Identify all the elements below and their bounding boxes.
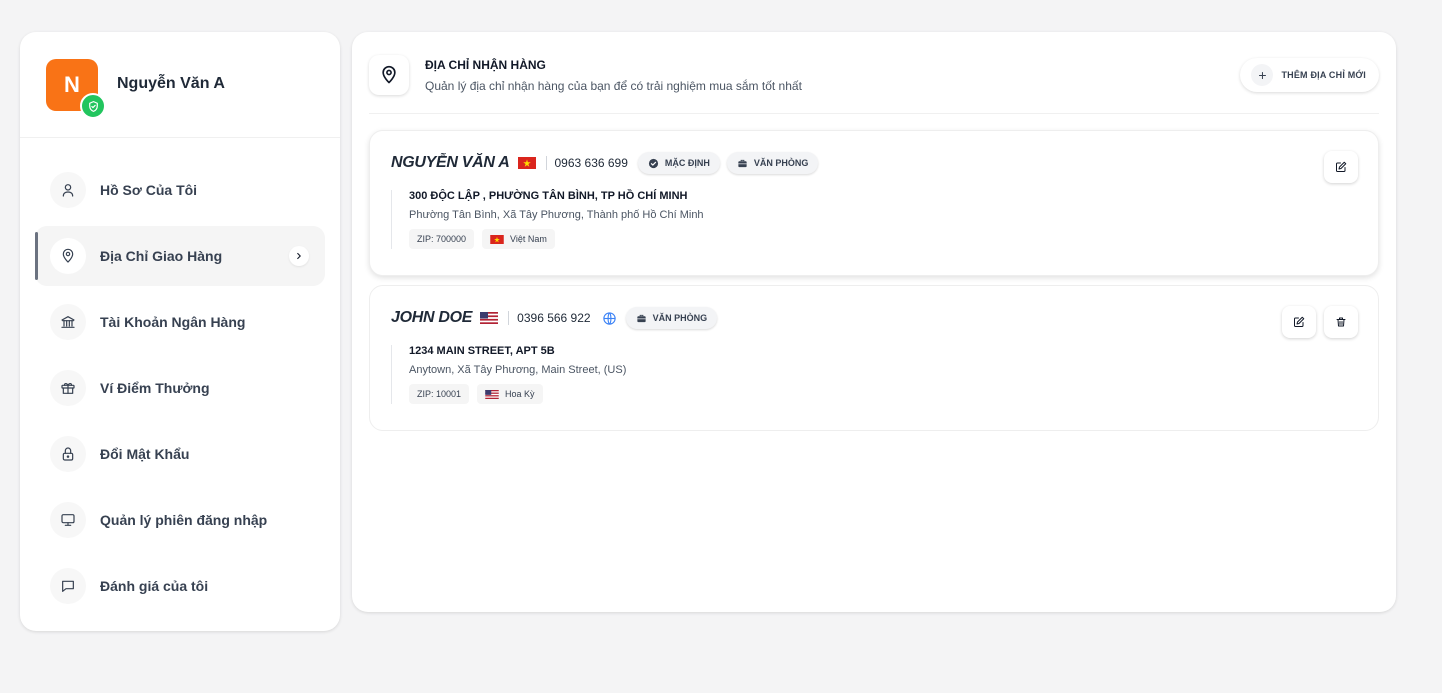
map-pin-icon (50, 238, 86, 274)
bank-icon (50, 304, 86, 340)
check-circle-icon (648, 158, 658, 168)
chevron-right-icon (289, 246, 309, 266)
add-address-button[interactable]: + THÊM ĐỊA CHỈ MỚI (1240, 58, 1379, 92)
sidebar-item-label: Đổi Mật Khẩu (100, 446, 190, 462)
gift-icon (50, 370, 86, 406)
sidebar-item-label: Đánh giá của tôi (100, 578, 209, 594)
office-badge-label: VĂN PHÒNG (652, 313, 708, 323)
sidebar-item-label: Địa Chỉ Giao Hàng (100, 248, 223, 264)
office-badge: VĂN PHÒNG (726, 152, 819, 174)
default-badge-label: MẶC ĐỊNH (664, 158, 710, 168)
sidebar-item-reward-wallet[interactable]: Ví Điểm Thưởng (35, 358, 325, 418)
recipient-name: JOHN DOE (391, 309, 473, 326)
us-flag-icon (485, 389, 499, 399)
briefcase-icon (636, 314, 646, 322)
recipient-name: NGUYỄN VĂN A (391, 154, 510, 171)
zip-chip: ZIP: 700000 (409, 229, 475, 249)
office-badge-label: VĂN PHÒNG (753, 158, 809, 168)
sidebar-item-profile[interactable]: Hồ Sơ Của Tôi (35, 160, 325, 220)
default-badge: MẶC ĐỊNH (637, 152, 720, 174)
sidebar-item-label: Quản lý phiên đăng nhập (100, 512, 268, 528)
user-icon (50, 172, 86, 208)
map-pin-icon (369, 55, 409, 95)
address-line-2: Phường Tân Bình, Xã Tây Phương, Thành ph… (409, 209, 704, 221)
address-line-2: Anytown, Xã Tây Phương, Main Street, (US… (409, 364, 627, 376)
office-badge: VĂN PHÒNG (625, 307, 718, 329)
message-icon (50, 568, 86, 604)
sidebar-item-reviews[interactable]: Đánh giá của tôi (35, 556, 325, 616)
country-chip: Hoa Kỳ (477, 384, 543, 404)
country-label: Việt Nam (510, 234, 547, 244)
add-address-label: THÊM ĐỊA CHỈ MỚI (1281, 70, 1366, 80)
profile-header: N Nguyễn Văn A (20, 32, 340, 138)
address-panel: ĐỊA CHỈ NHẬN HÀNG Quản lý địa chỉ nhận h… (352, 32, 1396, 612)
sidebar-item-bank-account[interactable]: Tài Khoản Ngân Hàng (35, 292, 325, 352)
edit-icon (1336, 161, 1347, 172)
sidebar-item-change-password[interactable]: Đổi Mật Khẩu (35, 424, 325, 484)
divider (369, 113, 1379, 114)
country-label: Hoa Kỳ (505, 389, 535, 399)
vn-flag-icon (517, 157, 536, 169)
monitor-icon (50, 502, 86, 538)
sidebar-item-label: Hồ Sơ Của Tôi (100, 182, 198, 198)
vn-flag-icon (490, 234, 504, 244)
edit-icon (1294, 316, 1305, 327)
phone-number: 0963 636 699 (554, 156, 628, 170)
briefcase-icon (738, 159, 747, 167)
verified-shield-icon (80, 93, 106, 119)
plus-icon: + (1251, 64, 1274, 86)
phone-number: 0396 566 922 (517, 311, 591, 325)
address-card: JOHN DOE 0396 566 922 VĂN PHÒNG 1234 MAI… (369, 285, 1379, 431)
lock-icon (50, 436, 86, 472)
separator (508, 311, 510, 325)
page-title: ĐỊA CHỈ NHẬN HÀNG (425, 58, 546, 72)
separator (545, 156, 547, 170)
sidebar-item-label: Ví Điểm Thưởng (100, 380, 210, 396)
profile-name: Nguyễn Văn A (117, 75, 225, 92)
edit-address-button[interactable] (1324, 151, 1358, 183)
country-chip: Việt Nam (482, 229, 555, 249)
edit-address-button[interactable] (1282, 306, 1316, 338)
us-flag-icon (480, 312, 499, 324)
sidebar-item-shipping-address[interactable]: Địa Chỉ Giao Hàng (35, 226, 325, 286)
sidebar: N Nguyễn Văn A Hồ Sơ Của Tôi Địa Chỉ Gia… (20, 32, 340, 631)
page-subtitle: Quản lý địa chỉ nhận hàng của bạn để có … (425, 79, 802, 93)
address-card-default: NGUYỄN VĂN A 0963 636 699 MẶC ĐỊNH VĂN P… (369, 130, 1379, 276)
address-line-1: 1234 MAIN STREET, APT 5B (409, 345, 555, 357)
sidebar-item-label: Tài Khoản Ngân Hàng (100, 314, 246, 330)
address-details: 1234 MAIN STREET, APT 5B Anytown, Xã Tây… (391, 345, 626, 404)
zip-chip: ZIP: 10001 (409, 384, 470, 404)
globe-icon (602, 311, 617, 326)
sidebar-item-sessions[interactable]: Quản lý phiên đăng nhập (35, 490, 325, 550)
trash-icon (1336, 317, 1346, 327)
address-line-1: 300 ĐỘC LẬP , PHƯỜNG TÂN BÌNH, TP HỒ CHÍ… (409, 190, 688, 202)
delete-address-button[interactable] (1324, 306, 1358, 338)
address-details: 300 ĐỘC LẬP , PHƯỜNG TÂN BÌNH, TP HỒ CHÍ… (391, 190, 704, 249)
